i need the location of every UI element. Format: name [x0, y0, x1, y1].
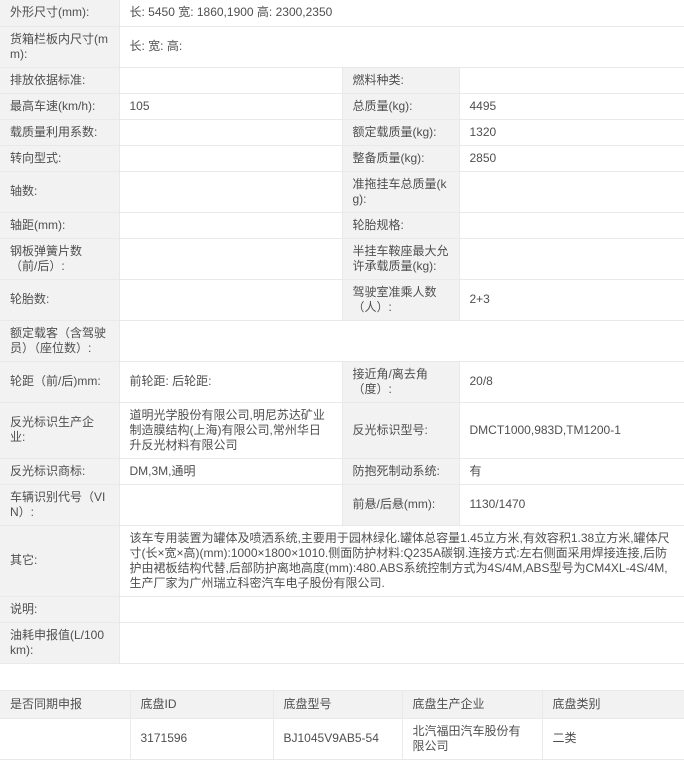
spec-label-cell: 轮距（前/后)mm: [0, 361, 119, 402]
spec-row: 说明: [0, 596, 684, 622]
spec-label-cell: 外形尺寸(mm): [0, 0, 119, 26]
spec-row: 钢板弹簧片数（前/后）: 半挂车鞍座最大允许承载质量(kg): [0, 238, 684, 279]
spec-label-cell: 油耗申报值(L/100km): [0, 622, 119, 663]
spec-label-cell: 反光标识商标: [0, 458, 119, 484]
spec-value-cell [119, 67, 342, 93]
spec-label-cell: 额定载质量(kg): [342, 119, 459, 145]
chassis-row: 3171596BJ1045V9AB5-54北汽福田汽车股份有限公司二类 [0, 718, 684, 759]
spec-value-cell: 2850 [459, 145, 684, 171]
vehicle-spec-table: 外形尺寸(mm):长: 5450 宽: 1860,1900 高: 2300,23… [0, 0, 684, 664]
spec-label-cell: 说明: [0, 596, 119, 622]
spec-row: 排放依据标准: 燃料种类: [0, 67, 684, 93]
spec-value-cell [119, 596, 684, 622]
chassis-table: 是否同期申报底盘ID底盘型号底盘生产企业底盘类别 3171596BJ1045V9… [0, 690, 684, 760]
spec-row: 额定载客（含驾驶员）（座位数）: [0, 320, 684, 361]
spec-row: 轴数: 准拖挂车总质量(kg): [0, 171, 684, 212]
spec-value-cell: 2+3 [459, 279, 684, 320]
spec-row: 轮距（前/后)mm:前轮距: 后轮距:接近角/离去角（度）:20/8 [0, 361, 684, 402]
spec-value-cell [119, 171, 342, 212]
spec-value-cell: 105 [119, 93, 342, 119]
chassis-header-cell: 底盘生产企业 [402, 690, 542, 718]
chassis-cell [0, 718, 130, 759]
spec-label-cell: 轮胎数: [0, 279, 119, 320]
spec-label-cell: 车辆识别代号（VIN）: [0, 484, 119, 525]
spec-label-cell: 半挂车鞍座最大允许承载质量(kg): [342, 238, 459, 279]
spec-value-cell [459, 67, 684, 93]
spec-value-cell [119, 145, 342, 171]
spec-label-cell: 货箱栏板内尺寸(mm): [0, 26, 119, 67]
spec-value-cell: 20/8 [459, 361, 684, 402]
spec-value-cell [119, 279, 342, 320]
spec-value-cell: 4495 [459, 93, 684, 119]
spec-value-cell [119, 484, 342, 525]
spec-label-cell: 总质量(kg): [342, 93, 459, 119]
table-gap [0, 664, 684, 690]
spec-value-cell: 长: 5450 宽: 1860,1900 高: 2300,2350 [119, 0, 684, 26]
spec-value-cell [119, 320, 684, 361]
spec-value-cell [119, 622, 684, 663]
spec-label-cell: 转向型式: [0, 145, 119, 171]
spec-label-cell: 轴数: [0, 171, 119, 212]
spec-row: 货箱栏板内尺寸(mm):长: 宽: 高: [0, 26, 684, 67]
chassis-cell: 3171596 [130, 718, 273, 759]
spec-value-cell: 长: 宽: 高: [119, 26, 684, 67]
spec-label-cell: 准拖挂车总质量(kg): [342, 171, 459, 212]
spec-row: 载质量利用系数: 额定载质量(kg):1320 [0, 119, 684, 145]
spec-label-cell: 接近角/离去角（度）: [342, 361, 459, 402]
spec-label-cell: 其它: [0, 525, 119, 596]
spec-label-cell: 最高车速(km/h): [0, 93, 119, 119]
spec-label-cell: 反光标识生产企业: [0, 402, 119, 458]
spec-label-cell: 反光标识型号: [342, 402, 459, 458]
spec-row: 外形尺寸(mm):长: 5450 宽: 1860,1900 高: 2300,23… [0, 0, 684, 26]
spec-label-cell: 载质量利用系数: [0, 119, 119, 145]
spec-label-cell: 燃料种类: [342, 67, 459, 93]
spec-label-cell: 额定载客（含驾驶员）（座位数）: [0, 320, 119, 361]
spec-row: 转向型式: 整备质量(kg):2850 [0, 145, 684, 171]
spec-value-cell: 道明光学股份有限公司,明尼苏达矿业制造膜结构(上海)有限公司,常州华日升反光材料… [119, 402, 342, 458]
spec-value-cell: DMCT1000,983D,TM1200-1 [459, 402, 684, 458]
spec-value-cell: DM,3M,通明 [119, 458, 342, 484]
spec-value-cell [459, 212, 684, 238]
spec-label-cell: 轴距(mm): [0, 212, 119, 238]
spec-value-cell: 有 [459, 458, 684, 484]
spec-label-cell: 前悬/后悬(mm): [342, 484, 459, 525]
chassis-cell: BJ1045V9AB5-54 [273, 718, 402, 759]
chassis-cell: 二类 [542, 718, 684, 759]
spec-value-cell: 1130/1470 [459, 484, 684, 525]
spec-label-cell: 轮胎规格: [342, 212, 459, 238]
chassis-header-cell: 底盘类别 [542, 690, 684, 718]
spec-value-cell [459, 238, 684, 279]
spec-row: 其它:该车专用装置为罐体及喷洒系统,主要用于园林绿化.罐体总容量1.45立方米,… [0, 525, 684, 596]
spec-value-cell: 1320 [459, 119, 684, 145]
spec-row: 轴距(mm): 轮胎规格: [0, 212, 684, 238]
spec-label-cell: 驾驶室准乘人数（人）: [342, 279, 459, 320]
spec-row: 车辆识别代号（VIN）: 前悬/后悬(mm):1130/1470 [0, 484, 684, 525]
chassis-header-cell: 是否同期申报 [0, 690, 130, 718]
spec-row: 油耗申报值(L/100km): [0, 622, 684, 663]
spec-label-cell: 排放依据标准: [0, 67, 119, 93]
spec-label-cell: 钢板弹簧片数（前/后）: [0, 238, 119, 279]
spec-value-cell: 该车专用装置为罐体及喷洒系统,主要用于园林绿化.罐体总容量1.45立方米,有效容… [119, 525, 684, 596]
spec-row: 反光标识商标:DM,3M,通明防抱死制动系统:有 [0, 458, 684, 484]
vehicle-spec-page: 外形尺寸(mm):长: 5450 宽: 1860,1900 高: 2300,23… [0, 0, 684, 760]
spec-value-cell [459, 171, 684, 212]
chassis-header-cell: 底盘型号 [273, 690, 402, 718]
chassis-header-row: 是否同期申报底盘ID底盘型号底盘生产企业底盘类别 [0, 690, 684, 718]
chassis-cell: 北汽福田汽车股份有限公司 [402, 718, 542, 759]
spec-value-cell: 前轮距: 后轮距: [119, 361, 342, 402]
spec-row: 最高车速(km/h):105总质量(kg):4495 [0, 93, 684, 119]
spec-value-cell [119, 212, 342, 238]
spec-value-cell [119, 238, 342, 279]
chassis-header-cell: 底盘ID [130, 690, 273, 718]
spec-row: 反光标识生产企业:道明光学股份有限公司,明尼苏达矿业制造膜结构(上海)有限公司,… [0, 402, 684, 458]
spec-label-cell: 整备质量(kg): [342, 145, 459, 171]
spec-row: 轮胎数: 驾驶室准乘人数（人）:2+3 [0, 279, 684, 320]
spec-value-cell [119, 119, 342, 145]
spec-label-cell: 防抱死制动系统: [342, 458, 459, 484]
